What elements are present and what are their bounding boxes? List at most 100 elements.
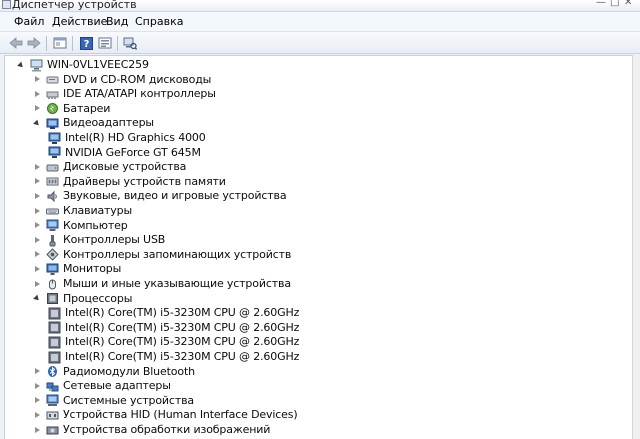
expand-arrow-icon[interactable] <box>33 396 42 405</box>
tree-device-13-1-label: Intel(R) Core(TM) i5-3230M CPU @ 2.60GHz <box>65 320 300 334</box>
vertical-scrollbar[interactable] <box>632 55 640 439</box>
tree-category-5[interactable]: Драйверы устройств памяти <box>33 175 226 189</box>
tree-category-3-label: Видеоадаптеры <box>63 116 154 130</box>
menu-view[interactable]: Вид <box>105 15 129 28</box>
close-icon[interactable]: ✕ <box>624 0 632 8</box>
bluetooth-icon <box>46 365 59 378</box>
tree-category-12[interactable]: Мыши и иные указывающие устройства <box>33 277 291 291</box>
tree-category-4[interactable]: Дисковые устройства <box>33 160 186 174</box>
svg-text:?: ? <box>83 39 89 50</box>
tree-device-13-3[interactable]: Intel(R) Core(TM) i5-3230M CPU @ 2.60GHz <box>48 350 299 364</box>
expand-arrow-icon[interactable] <box>33 90 42 99</box>
expand-arrow-icon[interactable] <box>33 236 42 245</box>
imaging-device-icon <box>46 424 59 437</box>
maximize-icon[interactable]: □ <box>610 0 619 8</box>
tree-root[interactable]: WIN-0VL1VEEC259 <box>17 58 149 72</box>
device-tree[interactable]: WIN-0VL1VEEC259 DVD и CD-ROM дисководы IDE… <box>4 55 632 439</box>
tree-root-label: WIN-0VL1VEEC259 <box>47 58 149 71</box>
tree-category-6[interactable]: Звуковые, видео и игровые устройства <box>33 189 287 203</box>
usb-icon <box>46 234 59 247</box>
expand-arrow-icon[interactable] <box>33 192 42 201</box>
tree-category-0[interactable]: DVD и CD-ROM дисководы <box>33 73 211 87</box>
device-manager-app-icon <box>2 0 11 9</box>
expand-arrow-icon[interactable] <box>33 426 42 435</box>
tree-category-7[interactable]: Клавиатуры <box>33 204 132 218</box>
collapse-arrow-icon[interactable] <box>33 294 42 303</box>
mouse-icon <box>46 278 59 291</box>
system-device-icon <box>46 394 59 407</box>
tree-category-4-label: Дисковые устройства <box>63 160 187 174</box>
help-icon[interactable]: ? <box>78 36 94 50</box>
hid-icon <box>46 409 59 422</box>
tree-category-1-label: IDE ATA/ATAPI контроллеры <box>63 87 216 101</box>
expand-arrow-icon[interactable] <box>33 265 42 274</box>
title-bar: Диспетчер устройств — □ ✕ <box>0 0 640 12</box>
tree-category-0-label: DVD и CD-ROM дисководы <box>63 72 212 86</box>
tree-category-1[interactable]: IDE ATA/ATAPI контроллеры <box>33 87 216 101</box>
memory-device-icon <box>46 175 59 188</box>
cpu-core-icon <box>48 351 61 364</box>
tree-category-6-label: Звуковые, видео и игровые устройства <box>63 189 287 203</box>
expand-arrow-icon[interactable] <box>33 75 42 84</box>
tree-category-12-label: Мыши и иные указывающие устройства <box>63 277 291 290</box>
tree-category-7-label: Клавиатуры <box>63 204 133 217</box>
tree-category-3[interactable]: Видеоадаптеры <box>33 116 154 130</box>
forward-arrow-icon[interactable] <box>26 36 42 50</box>
display-adapter-icon <box>46 117 59 130</box>
tree-category-16[interactable]: Системные устройства <box>33 394 194 408</box>
tree-category-2[interactable]: Батареи <box>33 102 110 116</box>
sound-device-icon <box>46 190 59 203</box>
menu-action[interactable]: Действие <box>51 15 108 28</box>
dvd-drive-icon <box>46 73 59 86</box>
expand-arrow-icon[interactable] <box>33 207 42 216</box>
expand-arrow-icon[interactable] <box>33 177 42 186</box>
tree-category-8-label: Компьютер <box>63 218 128 232</box>
scan-hardware-icon[interactable] <box>122 36 138 50</box>
network-adapter-icon <box>46 380 59 393</box>
expand-arrow-icon[interactable] <box>33 104 42 113</box>
tree-device-13-1[interactable]: Intel(R) Core(TM) i5-3230M CPU @ 2.60GHz <box>48 321 299 335</box>
window-controls[interactable]: — □ ✕ <box>596 0 636 11</box>
expand-arrow-icon[interactable] <box>33 221 42 230</box>
expand-arrow-icon[interactable] <box>33 280 42 289</box>
expand-arrow-icon[interactable] <box>33 250 42 259</box>
processor-icon <box>46 292 59 305</box>
collapse-arrow-icon[interactable] <box>33 119 42 128</box>
tree-device-3-1-label: NVIDIA GeForce GT 645M <box>65 145 201 159</box>
tree-category-9[interactable]: Контроллеры USB <box>33 233 165 247</box>
tree-category-17[interactable]: Устройства HID (Human Interface Devices) <box>33 408 298 422</box>
tree-category-11-label: Мониторы <box>63 262 122 276</box>
toolbar-separator <box>46 36 47 51</box>
tree-category-8[interactable]: Компьютер <box>33 219 128 233</box>
expand-arrow-icon[interactable] <box>33 382 42 391</box>
tree-category-13-label: Процессоры <box>63 291 133 305</box>
menu-help[interactable]: Справка <box>134 15 184 28</box>
tree-category-15[interactable]: Сетевые адаптеры <box>33 379 171 393</box>
tree-device-3-0[interactable]: Intel(R) HD Graphics 4000 <box>48 131 206 145</box>
tree-device-13-2[interactable]: Intel(R) Core(TM) i5-3230M CPU @ 2.60GHz <box>48 335 299 349</box>
menu-file[interactable]: Файл <box>13 15 45 28</box>
tree-category-13[interactable]: Процессоры <box>33 292 132 306</box>
expand-arrow-icon[interactable] <box>33 163 42 172</box>
collapse-arrow-icon[interactable] <box>17 61 26 70</box>
tree-category-11[interactable]: Мониторы <box>33 262 121 276</box>
expand-arrow-icon[interactable] <box>33 367 42 376</box>
gpu-device-icon <box>48 146 61 159</box>
battery-icon <box>46 102 59 115</box>
device-view-icon[interactable] <box>97 36 113 50</box>
expand-arrow-icon[interactable] <box>33 411 42 420</box>
minimize-icon[interactable]: — <box>596 0 606 8</box>
tree-device-3-1[interactable]: NVIDIA GeForce GT 645M <box>48 146 201 160</box>
tree-device-13-0[interactable]: Intel(R) Core(TM) i5-3230M CPU @ 2.60GHz <box>48 306 299 320</box>
back-arrow-icon[interactable] <box>8 36 24 50</box>
cpu-core-icon <box>48 336 61 349</box>
cpu-core-icon <box>48 307 61 320</box>
properties-window-icon[interactable] <box>52 36 68 50</box>
tree-device-13-3-label: Intel(R) Core(TM) i5-3230M CPU @ 2.60GHz <box>65 350 300 363</box>
tree-category-16-label: Системные устройства <box>63 393 194 407</box>
toolbar-separator <box>72 36 73 51</box>
tree-category-14[interactable]: Радиомодули Bluetooth <box>33 365 195 379</box>
tree-category-10[interactable]: Контроллеры запоминающих устройств <box>33 248 291 262</box>
tree-device-3-0-label: Intel(R) HD Graphics 4000 <box>65 131 206 144</box>
tree-category-18[interactable]: Устройства обработки изображений <box>33 423 270 437</box>
